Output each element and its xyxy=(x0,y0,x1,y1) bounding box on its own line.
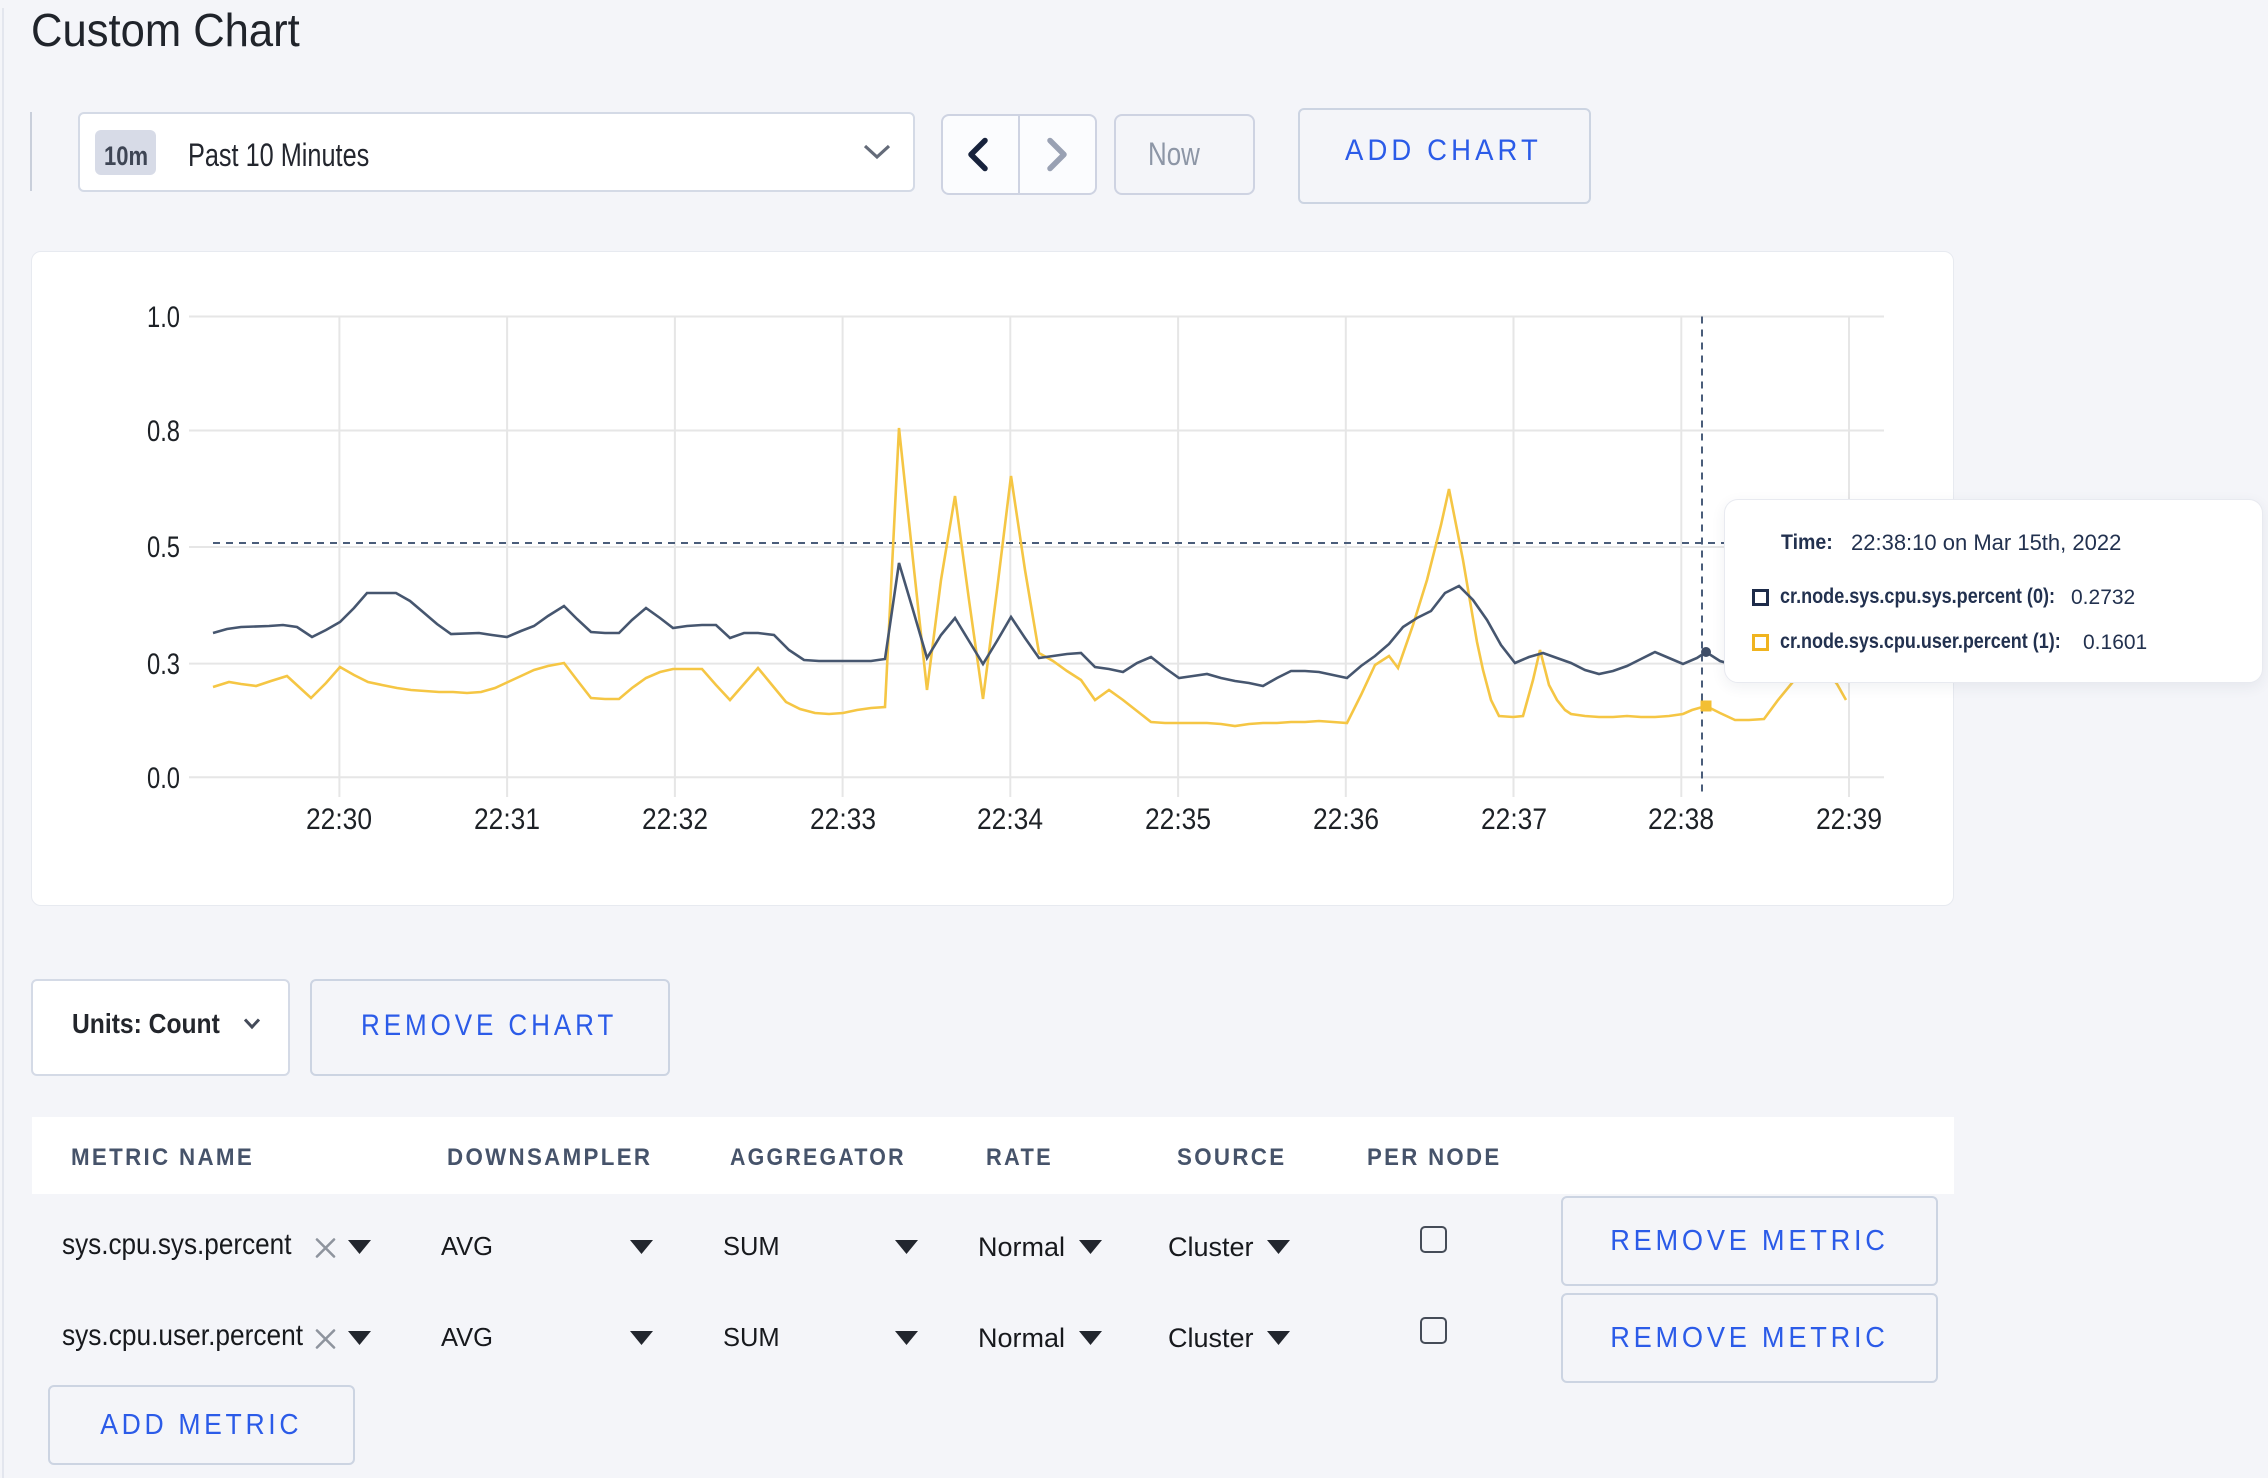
svg-text:22:35: 22:35 xyxy=(1145,803,1211,836)
svg-text:0.5: 0.5 xyxy=(147,531,180,564)
svg-text:22:39: 22:39 xyxy=(1816,803,1882,836)
svg-text:0.0: 0.0 xyxy=(147,762,180,795)
svg-text:0.8: 0.8 xyxy=(147,415,180,448)
svg-text:22:30: 22:30 xyxy=(306,803,372,836)
svg-text:22:34: 22:34 xyxy=(977,803,1043,836)
svg-text:0.3: 0.3 xyxy=(147,648,180,681)
svg-text:22:36: 22:36 xyxy=(1313,803,1379,836)
svg-text:1.0: 1.0 xyxy=(147,301,180,334)
svg-text:22:31: 22:31 xyxy=(474,803,540,836)
svg-text:22:37: 22:37 xyxy=(1481,803,1547,836)
svg-text:22:33: 22:33 xyxy=(810,803,876,836)
svg-text:22:38: 22:38 xyxy=(1648,803,1714,836)
svg-text:22:32: 22:32 xyxy=(642,803,708,836)
